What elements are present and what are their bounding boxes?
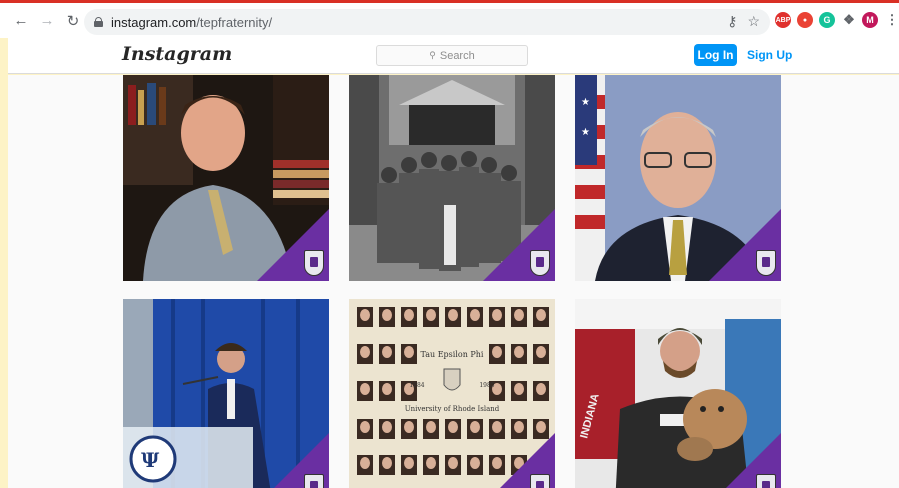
composite-portrait-face	[514, 421, 524, 433]
composite-portrait-face	[492, 346, 502, 358]
privacy-extension-icon[interactable]: ●	[797, 12, 813, 28]
instagram-logo[interactable]: Instagram	[122, 43, 232, 65]
search-placeholder: Search	[439, 49, 475, 62]
search-icon: ⚲	[429, 50, 436, 60]
profile-avatar[interactable]: M	[862, 12, 878, 28]
forward-arrow-icon[interactable]: →	[36, 10, 58, 32]
svg-text:Ψ: Ψ	[141, 448, 160, 472]
extensions-puzzle-icon[interactable]: ❖	[841, 12, 857, 28]
post-tile[interactable]: ★ ★	[575, 75, 781, 281]
composite-portrait-face	[448, 421, 458, 433]
svg-text:★: ★	[581, 127, 590, 138]
composite-portrait-face	[360, 421, 370, 433]
composite-portrait-face	[404, 421, 414, 433]
composite-portrait-face	[426, 309, 436, 321]
fraternity-crest-icon	[304, 474, 324, 488]
post-tile[interactable]: Ψ	[123, 299, 329, 488]
lock-icon	[94, 17, 103, 27]
fraternity-crest-icon	[756, 474, 776, 488]
composite-portrait-face	[514, 346, 524, 358]
fraternity-crest-icon	[530, 250, 550, 276]
composite-portrait-face	[536, 383, 546, 395]
composite-portrait-face	[360, 383, 370, 395]
grammarly-extension-icon[interactable]: G	[819, 12, 835, 28]
post-tile[interactable]	[349, 75, 555, 281]
search-input[interactable]: ⚲ Search	[376, 45, 528, 66]
composite-portrait-face	[382, 309, 392, 321]
instagram-header: Instagram ⚲ Search Log In Sign Up	[8, 38, 899, 74]
composite-portrait-face	[536, 346, 546, 358]
post-tile[interactable]: Tau Epsilon Phi 1984 1985 University of …	[349, 299, 555, 488]
back-arrow-icon[interactable]: ←	[10, 10, 32, 32]
composite-heading: Tau Epsilon Phi	[421, 350, 484, 359]
adblock-extension-icon[interactable]: ABP	[775, 12, 791, 28]
composite-portrait-face	[470, 457, 480, 469]
browser-toolbar: ← → ↻ instagram.com/tepfraternity/ ⚷ ☆ A…	[0, 0, 899, 38]
url-text: instagram.com/tepfraternity/	[111, 14, 273, 30]
composite-portrait-face	[360, 346, 370, 358]
composite-portrait-face	[382, 346, 392, 358]
composite-portrait-face	[426, 421, 436, 433]
browser-menu-icon[interactable]: ⋮	[884, 12, 899, 28]
composite-portrait-face	[514, 383, 524, 395]
composite-portrait-face	[470, 421, 480, 433]
post-tile[interactable]: INDIANA	[575, 299, 781, 488]
composite-portrait-face	[404, 457, 414, 469]
composite-portrait-face	[404, 309, 414, 321]
composite-portrait-face	[492, 309, 502, 321]
composite-portrait-face	[470, 309, 480, 321]
composite-portrait-face	[382, 421, 392, 433]
composite-portrait-face	[514, 309, 524, 321]
composite-portrait-face	[448, 457, 458, 469]
composite-year-left: 1984	[409, 382, 424, 389]
fraternity-crest-icon	[304, 250, 324, 276]
post-grid: ★ ★ Ψ Tau Epsilon Phi 1984 1985 Universi…	[8, 75, 899, 488]
composite-portrait-face	[492, 421, 502, 433]
sign-up-link[interactable]: Sign Up	[747, 48, 792, 62]
post-tile[interactable]	[123, 75, 329, 281]
composite-portrait-face	[360, 309, 370, 321]
composite-portrait-face	[426, 457, 436, 469]
log-in-button[interactable]: Log In	[694, 44, 737, 66]
star-bookmark-icon[interactable]: ☆	[747, 13, 760, 30]
fraternity-crest-icon	[756, 250, 776, 276]
fraternity-crest-icon	[530, 474, 550, 488]
composite-portrait-face	[448, 309, 458, 321]
composite-portrait-face	[360, 457, 370, 469]
svg-text:★: ★	[581, 97, 590, 108]
composite-year-right: 1985	[479, 382, 494, 389]
reload-icon[interactable]: ↻	[62, 10, 84, 32]
composite-portrait-face	[536, 309, 546, 321]
address-bar[interactable]: instagram.com/tepfraternity/ ⚷ ☆	[84, 9, 770, 35]
composite-portrait-face	[404, 346, 414, 358]
composite-portrait-face	[536, 421, 546, 433]
composite-caption: University of Rhode Island	[405, 405, 500, 413]
key-icon[interactable]: ⚷	[727, 13, 737, 30]
composite-portrait-face	[382, 383, 392, 395]
composite-portrait-face	[382, 457, 392, 469]
